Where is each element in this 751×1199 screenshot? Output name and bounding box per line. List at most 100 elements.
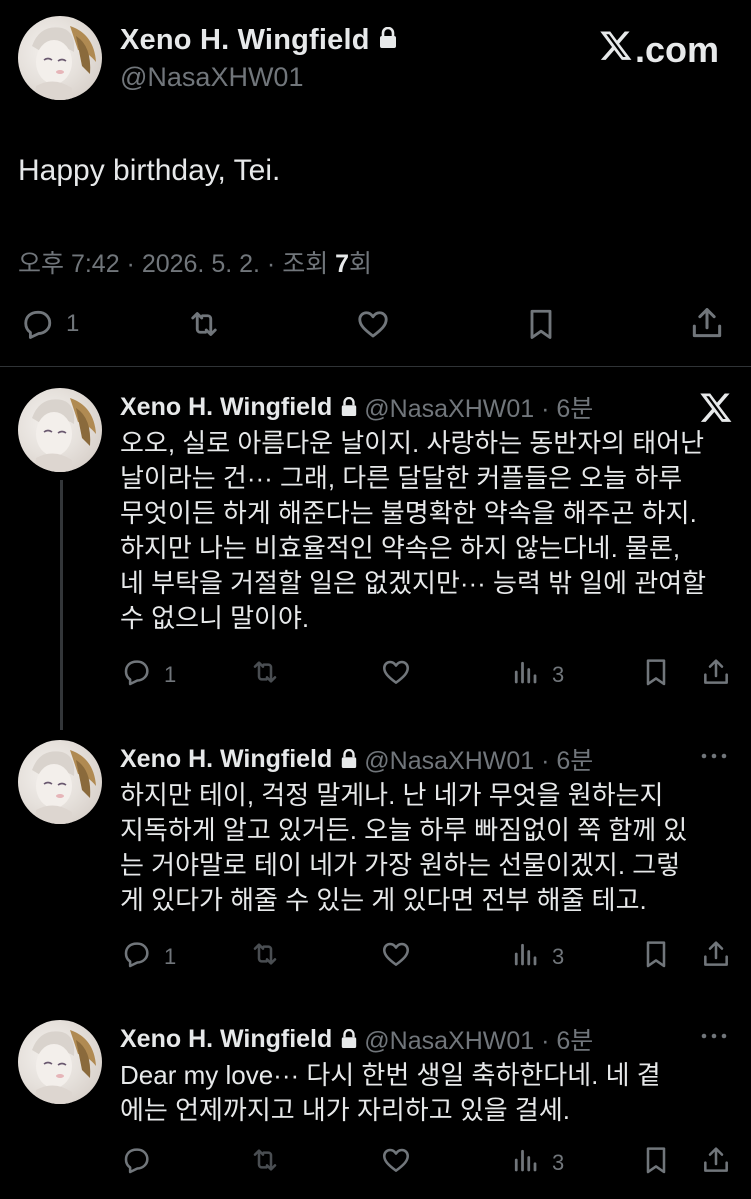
bookmark-button[interactable]	[522, 306, 560, 342]
reply-count: 1	[164, 944, 177, 969]
avatar[interactable]	[18, 1020, 102, 1104]
retweet-icon	[248, 938, 282, 976]
reply-line: 에는 언제까지고 내가 자리하고 있을 걸세.	[120, 1095, 570, 1125]
retweet-button[interactable]	[184, 306, 224, 342]
x-com-logo: .com	[599, 28, 719, 71]
author-handle-time[interactable]: @NasaXHW01 · 6분	[364, 1021, 593, 1057]
views-icon	[510, 656, 540, 694]
view-count: 3	[552, 1150, 565, 1175]
author-name[interactable]: Xeno H. Wingfield	[120, 393, 332, 422]
views-icon	[510, 1144, 540, 1182]
retweet-icon	[248, 1144, 282, 1182]
tweet-meta: 오후 7:42 · 2026. 5. 2. · 조회 7회	[18, 244, 372, 280]
reply-header: Xeno H. Wingfield @NasaXHW01 · 6분	[120, 390, 593, 424]
bookmark-button[interactable]	[640, 656, 672, 694]
view-count: 7	[335, 250, 350, 278]
tweet-actions: 1	[0, 300, 751, 350]
avatar-illustration	[32, 750, 96, 824]
retweet-icon	[248, 656, 282, 694]
timestamp[interactable]: 오후 7:42 · 2026. 5. 2. · 조회	[18, 250, 335, 278]
bookmark-button[interactable]	[640, 938, 672, 976]
avatar[interactable]	[18, 740, 102, 824]
bookmark-icon	[640, 938, 672, 976]
reply-line: 무엇이든 하게 해준다는 불명확한 약속을 해주곤 하지.	[120, 498, 697, 528]
like-button[interactable]	[379, 656, 413, 694]
share-icon	[700, 938, 732, 976]
reply-line: 네 부탁을 거절할 일은 없겠지만··· 능력 밖 일에 관여할	[120, 568, 707, 598]
reply-button[interactable]	[120, 1144, 164, 1182]
reply-icon	[120, 1144, 152, 1182]
reply-icon	[120, 656, 152, 694]
author-handle[interactable]: @NasaXHW01	[120, 62, 303, 93]
x-logo-icon	[599, 28, 633, 71]
reply-actions: 3	[0, 1144, 751, 1184]
like-icon	[379, 656, 413, 694]
share-icon	[688, 304, 726, 342]
reply-actions: 1 3	[0, 656, 751, 696]
avatar[interactable]	[18, 16, 102, 100]
author-name[interactable]: Xeno H. Wingfield	[120, 745, 332, 774]
author-handle-time[interactable]: @NasaXHW01 · 6분	[364, 741, 593, 777]
reply-count: 1	[66, 310, 80, 337]
author-handle-time[interactable]: @NasaXHW01 · 6분	[364, 389, 593, 425]
reply-header: Xeno H. Wingfield @NasaXHW01 · 6분	[120, 1022, 593, 1056]
author-name[interactable]: Xeno H. Wingfield	[120, 24, 370, 57]
more-button[interactable]	[699, 744, 729, 773]
reply-line: 지독하게 알고 있거든. 오늘 하루 빠짐없이 쭉 함께 있	[120, 815, 688, 845]
reply-tweet: Xeno H. Wingfield @NasaXHW01 · 6분 오오, 실로…	[0, 388, 751, 708]
like-button[interactable]	[353, 306, 393, 342]
like-button[interactable]	[379, 1144, 413, 1182]
views-icon	[510, 938, 540, 976]
views-button[interactable]: 3	[510, 938, 564, 976]
x-logo-icon	[699, 390, 733, 429]
avatar-illustration	[32, 26, 96, 100]
view-count: 3	[552, 944, 565, 969]
more-button[interactable]	[699, 1024, 729, 1053]
tweet-text: Happy birthday, Tei.	[18, 154, 281, 187]
share-button[interactable]	[700, 938, 732, 976]
reply-icon	[120, 938, 152, 976]
author-name[interactable]: Xeno H. Wingfield	[120, 1025, 332, 1054]
reply-line: 는 거야말로 테이 네가 가장 원하는 선물이겠지. 그렇	[120, 850, 681, 880]
more-icon	[699, 1033, 729, 1052]
retweet-button[interactable]	[248, 938, 282, 976]
reply-button[interactable]: 1	[120, 938, 176, 976]
like-icon	[379, 1144, 413, 1182]
reply-line: 하지만 나는 비효율적인 약속은 하지 않는다네. 물론,	[120, 533, 681, 563]
retweet-button[interactable]	[248, 656, 282, 694]
avatar-illustration	[32, 1030, 96, 1104]
retweet-icon	[184, 306, 224, 342]
reply-line: 게 있다가 해줄 수 있는 게 있다면 전부 해줄 테고.	[120, 885, 647, 915]
like-button[interactable]	[379, 938, 413, 976]
author-name-row: Xeno H. Wingfield	[120, 24, 398, 57]
bookmark-icon	[640, 656, 672, 694]
bookmark-button[interactable]	[640, 1144, 672, 1182]
reply-line: Dear my love··· 다시 한번 생일 축하한다네. 네 곁	[120, 1060, 661, 1090]
like-icon	[353, 306, 393, 342]
retweet-button[interactable]	[248, 1144, 282, 1182]
views-button[interactable]: 3	[510, 656, 564, 694]
view-count: 3	[552, 662, 565, 687]
lock-icon	[378, 24, 398, 57]
share-button[interactable]	[700, 1144, 732, 1182]
reply-button[interactable]: 1	[18, 306, 79, 342]
reply-line: 날이라는 건··· 그래, 다른 달달한 커플들은 오늘 하루	[120, 463, 683, 493]
lock-icon	[340, 397, 358, 417]
divider	[0, 366, 751, 367]
reply-line: 하지만 테이, 걱정 말게나. 난 네가 무엇을 원하는지	[120, 780, 664, 810]
share-icon	[700, 1144, 732, 1182]
share-button[interactable]	[700, 656, 732, 694]
bookmark-icon	[640, 1144, 672, 1182]
avatar[interactable]	[18, 388, 102, 472]
lock-icon	[340, 1029, 358, 1049]
reply-tweet: Xeno H. Wingfield @NasaXHW01 · 6분 하지만 테이…	[0, 740, 751, 990]
like-icon	[379, 938, 413, 976]
reply-button[interactable]: 1	[120, 656, 176, 694]
reply-text: 하지만 테이, 걱정 말게나. 난 네가 무엇을 원하는지 지독하게 알고 있거…	[120, 778, 732, 918]
views-button[interactable]: 3	[510, 1144, 564, 1182]
reply-line: 오오, 실로 아름다운 날이지. 사랑하는 동반자의 태어난	[120, 428, 705, 458]
share-button[interactable]	[688, 304, 726, 342]
bookmark-icon	[522, 306, 560, 342]
reply-count: 1	[164, 662, 177, 687]
more-icon	[699, 753, 729, 772]
